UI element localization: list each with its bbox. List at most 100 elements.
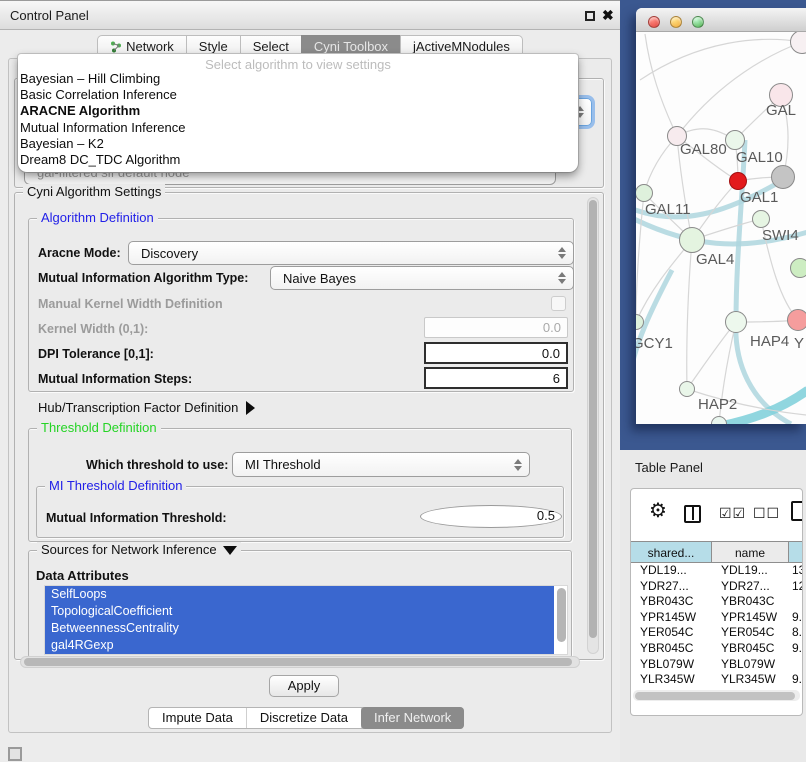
list-item[interactable]: gal4RGexp (45, 637, 554, 654)
network-canvas[interactable]: GAL GAL80 GAL10 GAL1 GAL11 GAL4 SWI4 GCY… (636, 32, 806, 424)
network-node-swi4[interactable] (752, 210, 770, 228)
mi-threshold-label: Mutual Information Threshold: (46, 511, 227, 525)
mi-threshold-field[interactable]: 0.5 (420, 505, 562, 528)
table-row[interactable]: YBR045CYBR045C9. (631, 641, 803, 657)
network-node-gal10[interactable] (725, 130, 745, 150)
minimize-traffic-light-icon[interactable] (670, 16, 682, 28)
network-node-hap2[interactable] (679, 381, 695, 397)
popup-item-bayesian-hill[interactable]: Bayesian – Hill Climbing (18, 71, 578, 87)
zoom-traffic-light-icon[interactable] (692, 16, 704, 28)
mi-type-combo[interactable]: Naive Bayes (270, 266, 574, 290)
list-item[interactable]: TopologicalCoefficient (45, 603, 554, 620)
hub-definition-label: Hub/Transcription Factor Definition (38, 400, 238, 415)
algorithm-definition-title: Algorithm Definition (37, 210, 158, 225)
popup-item-basic-correlation[interactable]: Basic Correlation Inference (18, 87, 578, 103)
sources-title-label: Sources for Network Inference (41, 542, 217, 557)
document-icon[interactable] (791, 501, 803, 521)
table-cell: YBL079W (631, 657, 712, 673)
table-row[interactable]: YLR345WYLR345W9. (631, 672, 803, 688)
manual-kernel-checkbox[interactable] (551, 296, 566, 311)
table-row[interactable]: YBR043CYBR043C (631, 594, 803, 610)
mi-threshold-title: MI Threshold Definition (45, 478, 186, 493)
node-label: GAL (766, 102, 796, 119)
table-cell: YDR27... (631, 579, 712, 595)
hub-definition-toggle[interactable]: Hub/Transcription Factor Definition (38, 400, 255, 415)
settings-group-title: Cyni Algorithm Settings (23, 184, 165, 199)
table-row[interactable]: YDL19...YDL19...13 (631, 563, 803, 579)
kernel-width-field[interactable]: 0.0 (424, 317, 568, 338)
table-cell (789, 657, 803, 673)
table-cell: YDL19... (631, 563, 712, 579)
table-cell: YBR045C (712, 641, 789, 657)
tab-discretize-data[interactable]: Discretize Data (247, 708, 362, 728)
float-icon[interactable] (585, 11, 595, 21)
popup-item-aracne[interactable]: ARACNE Algorithm (18, 103, 578, 119)
unchecked-boxes-icon[interactable]: ☐☐ (753, 505, 780, 522)
apply-button[interactable]: Apply (269, 675, 339, 697)
network-node[interactable] (771, 165, 795, 189)
table-row[interactable]: YPR145WYPR145W9. (631, 610, 803, 626)
list-item[interactable]: BetweennessCentrality (45, 620, 554, 637)
close-traffic-light-icon[interactable] (648, 16, 660, 28)
popup-placeholder: Select algorithm to view settings (18, 54, 578, 71)
table-panel-window: ⚙ ☑☑ ☐☐ shared... name YDL19...YDL19...1… (630, 488, 803, 716)
scrollbar-thumb[interactable] (589, 200, 597, 638)
node-label: Y (794, 335, 804, 352)
table-cell: YBR043C (631, 594, 712, 610)
popup-item-bayesian-k2[interactable]: Bayesian – K2 (18, 136, 578, 152)
mi-steps-field[interactable]: 6 (424, 367, 568, 389)
table-row[interactable]: YER054CYER054C8. (631, 625, 803, 641)
column-header-shared[interactable]: shared... (631, 542, 712, 562)
column-header-partial[interactable] (789, 542, 803, 562)
table-cell: YER054C (712, 625, 789, 641)
table-row[interactable]: YDR27...YDR27...12 (631, 579, 803, 595)
network-node-hap4[interactable] (725, 311, 747, 333)
node-label: HAP4 (750, 333, 789, 350)
kernel-width-label: Kernel Width (0,1): (38, 322, 148, 336)
which-threshold-combo[interactable]: MI Threshold (232, 452, 530, 477)
data-attributes-list[interactable]: SelfLoops TopologicalCoefficient Between… (44, 585, 568, 655)
table-cell: YIL052C (712, 688, 789, 689)
node-label: GCY1 (636, 335, 673, 352)
settings-vertical-scrollbar[interactable] (587, 197, 599, 654)
settings-horizontal-scrollbar[interactable] (20, 656, 580, 668)
table-row[interactable]: YBL079WYBL079W (631, 657, 803, 673)
network-view-window[interactable]: GAL GAL80 GAL10 GAL1 GAL11 GAL4 SWI4 GCY… (636, 8, 806, 424)
sources-title[interactable]: Sources for Network Inference (37, 542, 241, 557)
threshold-definition-title: Threshold Definition (37, 420, 161, 435)
table-cell: 12 (789, 579, 803, 595)
minimized-panel-icon[interactable] (8, 747, 22, 761)
aracne-mode-combo[interactable]: Discovery (128, 241, 574, 265)
list-scrollbar-thumb[interactable] (557, 588, 566, 642)
scrollbar-thumb[interactable] (635, 692, 795, 700)
which-threshold-value: MI Threshold (245, 457, 321, 472)
dpi-tolerance-field[interactable]: 0.0 (424, 342, 568, 364)
network-node-gal1[interactable] (729, 172, 747, 190)
dpi-tolerance-label: DPI Tolerance [0,1]: (38, 347, 154, 361)
table-cell: 8. (789, 625, 803, 641)
list-item[interactable]: SelfLoops (45, 586, 554, 603)
chevron-down-icon (223, 546, 237, 555)
network-node[interactable] (790, 258, 806, 278)
popup-item-mutual-information[interactable]: Mutual Information Inference (18, 120, 578, 136)
checked-boxes-icon[interactable]: ☑☑ (719, 505, 746, 522)
table-cell: YBR043C (712, 594, 789, 610)
tab-impute-data[interactable]: Impute Data (149, 708, 247, 728)
table-body: YDL19...YDL19...13 YDR27...YDR27...12 YB… (631, 563, 803, 689)
network-node-gal4[interactable] (679, 227, 705, 253)
close-icon[interactable]: ✖ (602, 7, 614, 24)
node-label: HAP2 (698, 396, 737, 413)
table-row[interactable]: YIL052CYIL052C9 (631, 688, 803, 689)
mi-type-label: Mutual Information Algorithm Type: (38, 271, 248, 285)
table-cell: YDL19... (712, 563, 789, 579)
popup-item-dream8[interactable]: Dream8 DC_TDC Algorithm (18, 152, 578, 168)
column-layout-icon[interactable] (684, 505, 701, 523)
table-horizontal-scrollbar[interactable] (633, 690, 800, 701)
network-window-titlebar[interactable] (636, 8, 806, 32)
tab-infer-network[interactable]: Infer Network (361, 707, 464, 729)
scrollbar-thumb[interactable] (24, 658, 572, 666)
table-cell: 9. (789, 610, 803, 626)
column-header-name[interactable]: name (712, 542, 789, 562)
network-node[interactable] (787, 309, 806, 331)
gear-icon[interactable]: ⚙ (649, 501, 667, 521)
